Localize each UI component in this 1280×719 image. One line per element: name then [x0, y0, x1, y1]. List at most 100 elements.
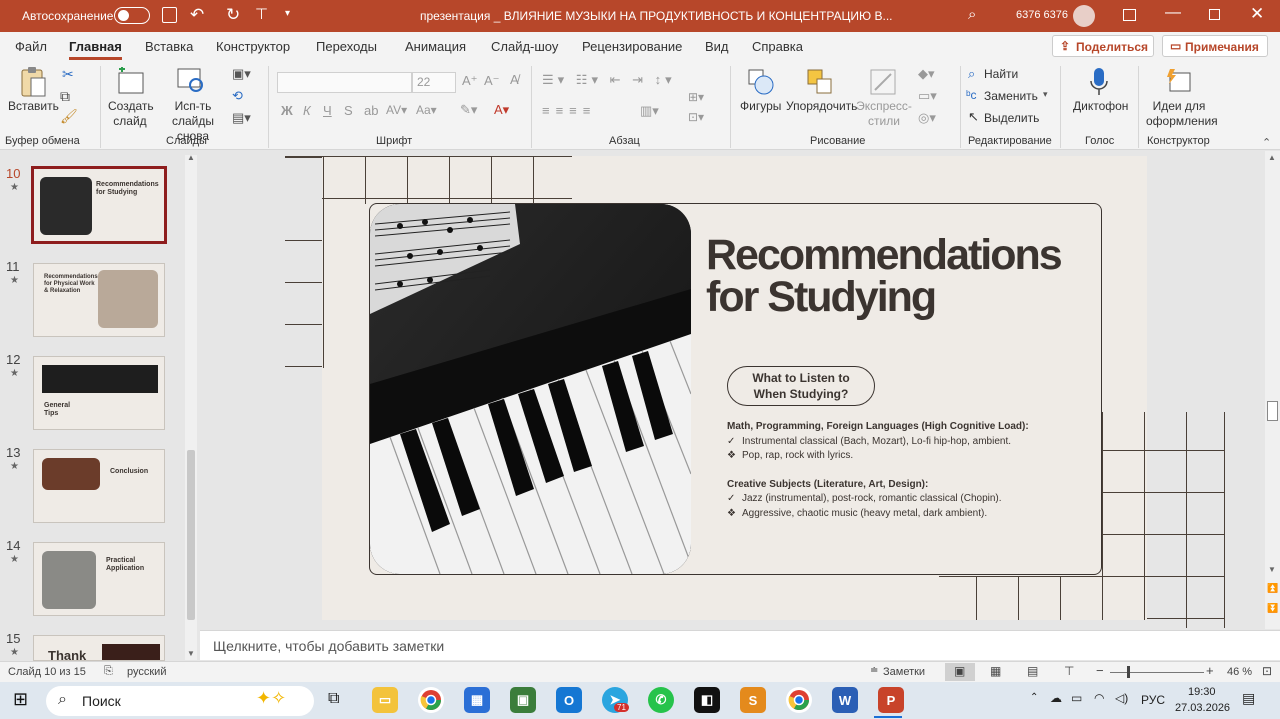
zoom-slider-thumb[interactable]	[1127, 666, 1130, 678]
tab-home[interactable]: Главная	[69, 39, 122, 60]
battery-icon[interactable]: ▭	[1071, 691, 1082, 705]
sublime-icon[interactable]: S	[740, 687, 766, 713]
list-icons[interactable]: ☰▾ ☷▾ ⇤ ⇥ ↕▾	[542, 72, 676, 88]
designer-icon[interactable]	[1163, 66, 1193, 96]
chrome-2-icon[interactable]	[786, 687, 812, 713]
save-icon[interactable]	[162, 7, 177, 23]
cut-icon[interactable]: ✂	[62, 66, 74, 83]
reuse-slides-icon[interactable]	[175, 66, 207, 96]
find-button[interactable]: Найти	[984, 67, 1018, 81]
paste-icon[interactable]	[18, 66, 48, 98]
slideshow-icon[interactable]: ⊤	[1064, 664, 1074, 678]
replace-button[interactable]: Заменить	[984, 89, 1038, 103]
shapes-icon[interactable]	[746, 68, 776, 96]
scroll-thumb[interactable]	[187, 450, 195, 620]
shapes-button[interactable]: Фигуры	[740, 99, 781, 114]
zoom-out-icon[interactable]: −	[1096, 663, 1104, 678]
slide-title[interactable]: Recommendations for Studying	[706, 234, 1063, 319]
tab-design[interactable]: Конструктор	[216, 39, 290, 54]
select-button[interactable]: Выделить	[984, 111, 1039, 125]
layout-icon[interactable]: ▣▾	[232, 66, 251, 82]
autosave-toggle[interactable]	[114, 7, 150, 24]
collapse-ribbon-icon[interactable]: ⌃	[1262, 136, 1271, 149]
notifications-icon[interactable]: ▤	[1242, 690, 1255, 707]
notion-icon[interactable]: ◧	[694, 687, 720, 713]
new-slide-icon[interactable]	[114, 66, 146, 96]
search-icon[interactable]: ⌕	[968, 6, 976, 23]
underline-icon[interactable]: Ч	[323, 103, 332, 118]
powerpoint-icon[interactable]: P	[878, 687, 904, 713]
slide-sorter-icon[interactable]: ▦	[990, 664, 1001, 678]
tab-review[interactable]: Рецензирование	[582, 39, 682, 54]
file-explorer-icon[interactable]: ▭	[372, 687, 398, 713]
quick-styles-button[interactable]: Экспресс-стили	[856, 99, 912, 129]
clear-format-icon[interactable]: A̸	[510, 72, 519, 87]
comments-button[interactable]: ▭ Примечания	[1162, 35, 1268, 57]
slide-body[interactable]: Math, Programming, Foreign Languages (Hi…	[727, 420, 1097, 521]
editor-scrollbar[interactable]: ▲ ▼ ⏫ ⏬	[1265, 151, 1280, 629]
notes-button[interactable]: Заметки	[883, 666, 925, 678]
thumbnail-slide-13[interactable]: Conclusion	[33, 449, 165, 523]
redo-icon[interactable]: ↻	[226, 5, 240, 25]
present-icon[interactable]: ⊤	[255, 5, 268, 23]
store-icon[interactable]: ▦	[464, 687, 490, 713]
spellcheck-icon[interactable]: ⎘	[104, 665, 113, 678]
shape-effects-icon[interactable]: ◎▾	[918, 110, 936, 126]
onedrive-icon[interactable]: ☁	[1050, 691, 1062, 705]
thumbnail-slide-14[interactable]: Practical Application	[33, 542, 165, 616]
highlight-icon[interactable]: ✎▾	[460, 102, 477, 118]
zoom-in-icon[interactable]: +	[1206, 663, 1214, 678]
wifi-icon[interactable]: ◠	[1094, 691, 1104, 705]
share-button[interactable]: ⇪ Поделиться	[1052, 35, 1154, 57]
close-icon[interactable]: ✕	[1250, 4, 1264, 24]
scroll-thumb[interactable]	[1267, 401, 1278, 421]
task-view-icon[interactable]: ⧉	[328, 690, 339, 708]
clock-time[interactable]: 19:30	[1188, 686, 1216, 698]
arrange-icon[interactable]	[805, 68, 835, 96]
reset-icon[interactable]: ⟲	[232, 88, 243, 104]
thumbnail-slide-15[interactable]: Thank	[33, 635, 165, 661]
shape-fill-icon[interactable]: ◆▾	[918, 66, 935, 82]
tab-file[interactable]: Файл	[15, 39, 47, 54]
columns-icon[interactable]: ▥▾	[640, 103, 659, 119]
change-case-icon[interactable]: Aa▾	[416, 103, 437, 117]
zoom-slider[interactable]	[1110, 672, 1204, 673]
whatsapp-icon[interactable]: ✆	[648, 687, 674, 713]
tab-animations[interactable]: Анимация	[405, 39, 466, 54]
outlook-icon[interactable]: O	[556, 687, 582, 713]
tray-overflow-icon[interactable]: ⌃	[1030, 692, 1038, 703]
tab-slideshow[interactable]: Слайд-шоу	[491, 39, 558, 54]
alignment-icons[interactable]: ≡≡≡≡	[542, 103, 596, 118]
new-slide-button[interactable]: Создать слайд	[108, 99, 154, 129]
windows-start-icon[interactable]: ⊞	[13, 689, 28, 710]
reading-view-icon[interactable]: ▤	[1027, 664, 1038, 678]
maximize-icon[interactable]	[1209, 9, 1220, 20]
italic-icon[interactable]: К	[303, 103, 311, 118]
zoom-level[interactable]: 46 %	[1227, 666, 1252, 678]
scroll-up-icon[interactable]: ▲	[1268, 153, 1276, 162]
tab-transitions[interactable]: Переходы	[316, 39, 377, 54]
word-icon[interactable]: W	[832, 687, 858, 713]
section-icon[interactable]: ▤▾	[232, 110, 251, 126]
notes-pane[interactable]: Щелкните, чтобы добавить заметки	[200, 630, 1280, 660]
clock-date[interactable]: 27.03.2026	[1175, 702, 1230, 714]
customize-qat-icon[interactable]: ▾	[285, 8, 290, 19]
prev-slide-icon[interactable]: ⏫	[1267, 583, 1278, 594]
smartart-icon[interactable]: ⊡▾	[688, 110, 704, 124]
paste-button[interactable]: Вставить	[8, 99, 59, 114]
input-language[interactable]: РУС	[1141, 693, 1165, 707]
minimize-icon[interactable]: —	[1165, 4, 1181, 22]
font-size-select[interactable]: 22	[412, 72, 456, 93]
volume-icon[interactable]: ◁)	[1115, 691, 1128, 705]
app-icon[interactable]: ▣	[510, 687, 536, 713]
format-painter-icon[interactable]: 🖌	[60, 108, 78, 125]
text-align-icon[interactable]: ⊞▾	[688, 90, 704, 104]
replace-dropdown-icon[interactable]: ▾	[1043, 89, 1048, 100]
slide-canvas[interactable]: Recommendations for Studying What to Lis…	[322, 156, 1147, 620]
copy-icon[interactable]: ⧉	[60, 88, 70, 105]
tab-insert[interactable]: Вставка	[145, 39, 193, 54]
taskbar-search[interactable]: ⌕ Поиск ✦✧	[46, 686, 314, 716]
quick-styles-icon[interactable]	[868, 68, 898, 96]
question-pill[interactable]: What to Listen to When Studying?	[727, 366, 875, 406]
tab-view[interactable]: Вид	[705, 39, 729, 54]
